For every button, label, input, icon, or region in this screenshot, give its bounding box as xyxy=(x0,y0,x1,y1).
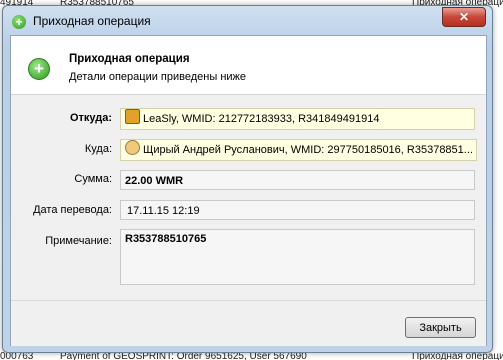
from-label: Откуда: xyxy=(69,112,112,124)
to-value: Щирый Андрей Русланович, WMID: 297750185… xyxy=(143,144,473,156)
title-bar[interactable]: + Приходная операция ✕ xyxy=(3,6,492,36)
dialog-content: + Приходная операция Детали операции при… xyxy=(10,35,487,346)
window-close-button[interactable]: ✕ xyxy=(442,7,486,27)
close-button[interactable]: Закрыть xyxy=(405,317,476,338)
plus-circle-icon: + xyxy=(12,15,26,29)
date-value: 17.11.15 12:19 xyxy=(120,200,475,220)
to-label: Куда: xyxy=(84,143,112,155)
from-value: LeaSly, WMID: 212772183933, R34184949191… xyxy=(143,113,380,125)
amount-value: 22.00 WMR xyxy=(120,170,475,190)
window-title: Приходная операция xyxy=(33,14,151,28)
incoming-operation-dialog: + Приходная операция ✕ + Приходная опера… xyxy=(2,5,493,353)
from-field[interactable]: LeaSly, WMID: 212772183933, R34184949191… xyxy=(120,108,475,130)
header-panel: + Приходная операция Детали операции при… xyxy=(11,36,486,95)
note-value[interactable]: R353788510765 xyxy=(120,229,475,285)
amount-label: Сумма: xyxy=(74,173,112,185)
header-subtitle: Детали операции приведены ниже xyxy=(69,71,247,83)
note-label: Примечание: xyxy=(45,235,112,247)
plus-circle-icon: + xyxy=(28,58,50,80)
person-icon xyxy=(125,140,140,155)
wallet-bag-icon xyxy=(125,109,140,124)
to-field[interactable]: Щирый Андрей Русланович, WMID: 297750185… xyxy=(120,139,477,161)
dialog-footer: Закрыть xyxy=(11,300,486,346)
header-title: Приходная операция xyxy=(69,53,190,65)
date-label: Дата перевода: xyxy=(33,204,112,216)
